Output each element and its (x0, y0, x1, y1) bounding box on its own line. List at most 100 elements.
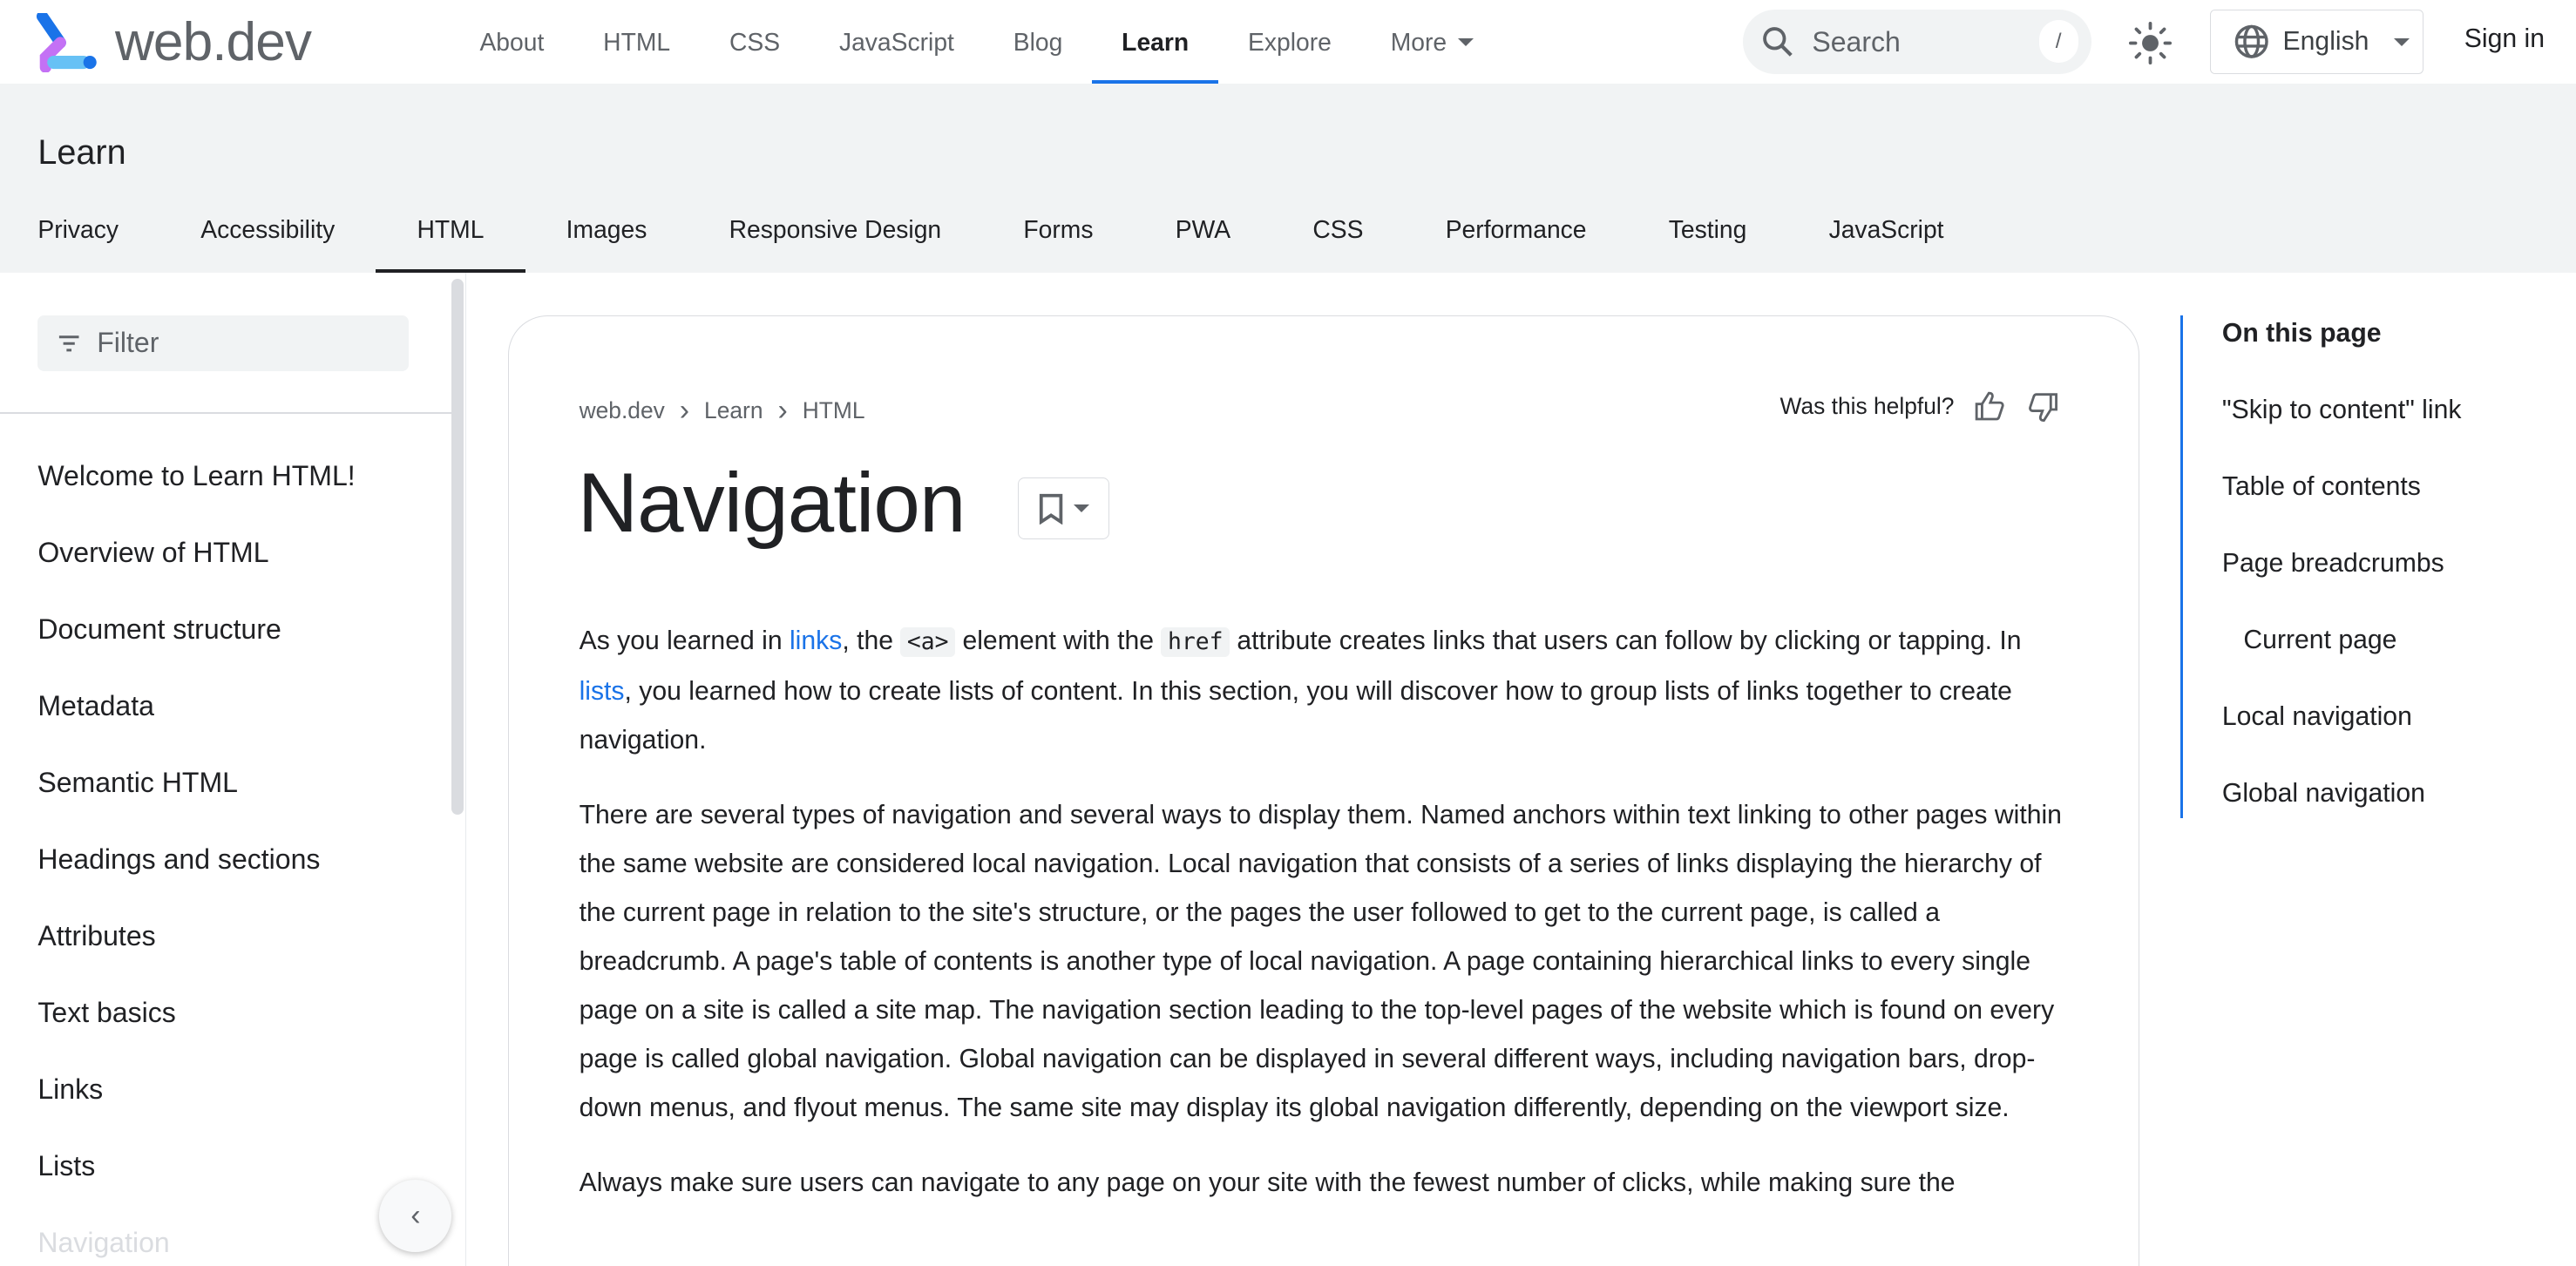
sign-in-link[interactable]: Sign in (2464, 24, 2545, 54)
tab-accessibility[interactable]: Accessibility (159, 187, 376, 273)
language-label: English (2282, 27, 2369, 57)
toc-item[interactable]: Table of contents (2222, 469, 2462, 545)
toc-item[interactable]: Page breadcrumbs (2222, 545, 2462, 622)
feedback: Was this helpful? (1780, 390, 2060, 423)
page-title: Navigation (577, 457, 966, 551)
nav-label: CSS (729, 27, 781, 56)
toc-item[interactable]: Current page (2222, 622, 2462, 699)
lists-link[interactable]: lists (580, 677, 625, 706)
filter-placeholder: Filter (97, 327, 159, 359)
tab-javascript[interactable]: JavaScript (1787, 187, 1984, 273)
tab-responsive-design[interactable]: Responsive Design (688, 187, 983, 273)
chevron-down-icon (1458, 37, 1474, 46)
globe-icon (2234, 25, 2268, 59)
code-href: href (1161, 627, 1230, 657)
divider (0, 412, 454, 415)
toc-heading: On this page (2221, 318, 2382, 348)
collapse-sidebar-button[interactable]: ‹ (379, 1179, 452, 1252)
sidebar: Filter Welcome to Learn HTML! Overview of… (0, 272, 467, 1266)
sidebar-item[interactable]: Links (37, 1070, 355, 1109)
text: As you learned in (579, 626, 790, 655)
bookmark-button[interactable] (1017, 477, 1110, 540)
sidebar-item[interactable]: Welcome to Learn HTML! (37, 457, 355, 496)
sidebar-scrollbar[interactable] (451, 279, 464, 816)
sidebar-item[interactable]: Metadata (37, 687, 355, 726)
nav-javascript[interactable]: JavaScript (810, 0, 984, 84)
thumbs-up-icon[interactable] (1974, 390, 2007, 423)
tab-privacy[interactable]: Privacy (0, 187, 159, 273)
tab-performance[interactable]: Performance (1405, 187, 1628, 273)
sidebar-item[interactable]: Semantic HTML (37, 763, 355, 802)
section-title: Learn (37, 132, 126, 172)
helpful-label: Was this helpful? (1779, 393, 1955, 420)
nav-more[interactable]: More (1361, 0, 1503, 84)
nav-label: About (479, 27, 545, 56)
sidebar-item[interactable]: Headings and sections (37, 840, 355, 879)
paragraph: As you learned in links, the <a> element… (580, 617, 2075, 765)
nav-css[interactable]: CSS (700, 0, 810, 84)
logo-text: web.dev (114, 12, 312, 73)
bookmark-icon (1039, 493, 1063, 525)
search-placeholder: Search (1812, 25, 1901, 58)
thumbs-down-icon[interactable] (2026, 390, 2059, 423)
sidebar-item[interactable]: Text basics (37, 993, 355, 1032)
article-card: web.dev › Learn › HTML Was this helpful? Nav… (507, 315, 2139, 1266)
sidebar-item[interactable]: Attributes (37, 917, 355, 956)
text: attribute creates links that users can f… (1230, 626, 2022, 655)
nav-label: Blog (1013, 27, 1063, 56)
nav-label: Learn (1122, 27, 1190, 56)
article-body: As you learned in links, the <a> element… (580, 617, 2075, 1208)
sidebar-item[interactable]: Overview of HTML (37, 533, 355, 572)
sidebar-item[interactable]: Navigation (37, 1223, 355, 1263)
filter-icon (58, 335, 79, 352)
nav-blog[interactable]: Blog (984, 0, 1092, 84)
text: element with the (955, 626, 1162, 655)
breadcrumb-item[interactable]: web.dev (580, 397, 665, 424)
toc-item[interactable]: Global navigation (2222, 775, 2462, 852)
paragraph: Always make sure users can navigate to a… (579, 1168, 1956, 1198)
filter-input[interactable]: Filter (37, 315, 410, 372)
links-link[interactable]: links (790, 626, 842, 655)
top-bar: web.dev About HTML CSS JavaScript Blog Learn E… (0, 0, 2576, 85)
sidebar-item[interactable]: Lists (37, 1147, 355, 1186)
nav-label: More (1390, 27, 1447, 56)
nav-learn[interactable]: Learn (1092, 0, 1218, 85)
search-input[interactable]: Search / (1743, 10, 2091, 74)
web-dev-logo-icon (37, 12, 98, 72)
tab-forms[interactable]: Forms (982, 187, 1134, 273)
logo[interactable]: web.dev (36, 11, 312, 73)
text: , the (842, 626, 901, 655)
nav-label: Explore (1248, 27, 1332, 56)
tab-html[interactable]: HTML (376, 187, 525, 273)
tab-css[interactable]: CSS (1271, 187, 1404, 273)
text: , you learned how to create lists of con… (579, 676, 2012, 755)
search-shortcut: / (2038, 19, 2078, 63)
chevron-right-icon: › (679, 393, 690, 427)
theme-toggle-sun-icon[interactable] (2129, 21, 2173, 64)
breadcrumb-item[interactable]: Learn (704, 397, 763, 424)
nav-about[interactable]: About (451, 0, 574, 84)
paragraph: There are several types of navigation an… (579, 801, 2062, 1122)
breadcrumb: web.dev › Learn › HTML (580, 394, 865, 428)
nav-explore[interactable]: Explore (1218, 0, 1361, 84)
tab-testing[interactable]: Testing (1628, 187, 1788, 273)
chevron-left-icon: ‹ (410, 1198, 421, 1232)
tab-pwa[interactable]: PWA (1135, 187, 1272, 273)
nav-html[interactable]: HTML (573, 0, 700, 84)
top-nav: About HTML CSS JavaScript Blog Learn Explore Mo… (451, 0, 1504, 85)
sidebar-item[interactable]: Document structure (37, 610, 355, 649)
sidebar-list: Welcome to Learn HTML! Overview of HTML Do… (37, 457, 355, 1263)
section-header: Learn Privacy Accessibility HTML Images Resp… (0, 84, 2576, 273)
tab-images[interactable]: Images (525, 187, 688, 273)
language-select[interactable]: English (2209, 10, 2423, 74)
search-icon (1763, 27, 1793, 58)
toc-item[interactable]: "Skip to content" link (2222, 392, 2462, 469)
nav-label: JavaScript (838, 27, 954, 56)
breadcrumb-item[interactable]: HTML (803, 397, 865, 424)
section-tabs: Privacy Accessibility HTML Images Responsive… (0, 187, 1985, 273)
chevron-right-icon: › (777, 393, 788, 427)
toc-item[interactable]: Local navigation (2222, 699, 2462, 775)
chevron-down-icon (2393, 37, 2410, 46)
code-a: <a> (900, 627, 956, 657)
chevron-down-icon (1074, 504, 1090, 512)
